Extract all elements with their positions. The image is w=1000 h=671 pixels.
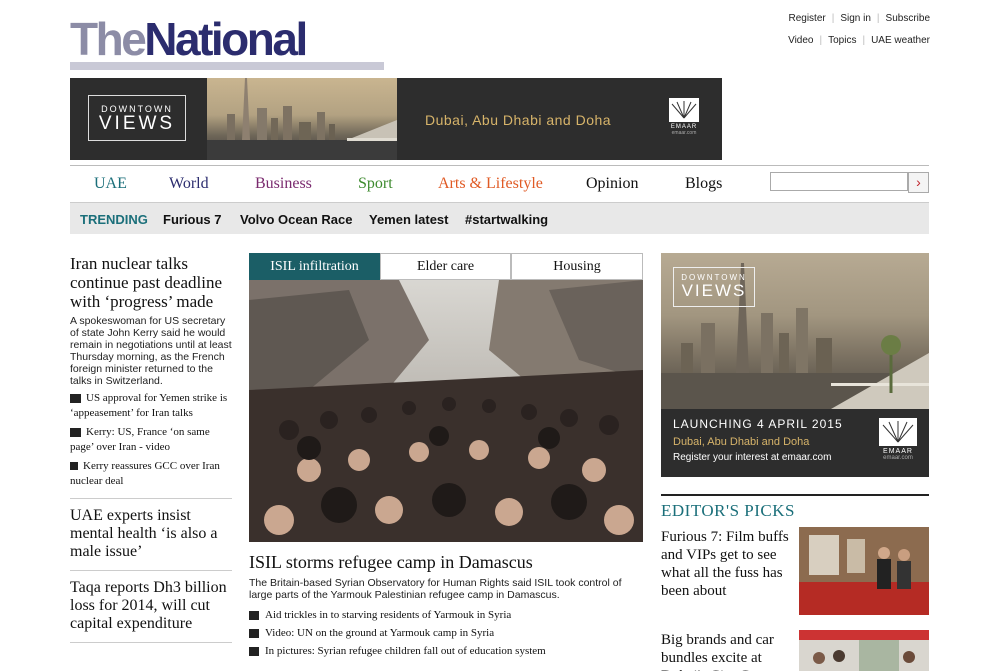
story-headline[interactable]: UAE experts insist mental health ‘is als… (70, 507, 232, 561)
nav-world[interactable]: World (169, 175, 209, 193)
editors-pick-image[interactable] (799, 630, 929, 671)
nav-sport[interactable]: Sport (358, 175, 393, 193)
trending-item[interactable]: Furious 7 (163, 212, 222, 227)
topics-link[interactable]: Topics (828, 35, 856, 46)
ad-launch-date: LAUNCHING 4 APRIL 2015 (673, 417, 843, 431)
sidebar-ad[interactable]: DOWNTOWN VIEWS LAUNCHING 4 APRIL 2015 Du… (661, 253, 929, 477)
sign-in-link[interactable]: Sign in (840, 13, 871, 24)
nav-arts-lifestyle[interactable]: Arts & Lifestyle (438, 175, 543, 193)
editors-pick-headline[interactable]: Big brands and car bundles excite at Dub… (661, 631, 789, 671)
logo-national: National (144, 13, 308, 65)
ad-tagline: Dubai, Abu Dhabi and Doha (673, 436, 810, 448)
lead-headline[interactable]: Iran nuclear talks continue past deadlin… (70, 254, 232, 311)
ad-brand-logo: DOWNTOWN VIEWS (673, 267, 755, 307)
trending-item[interactable]: Volvo Ocean Race (240, 212, 352, 227)
logo-the: The (70, 13, 147, 65)
site-logo[interactable]: TheNational (70, 13, 308, 65)
top-banner-ad[interactable]: DOWNTOWN VIEWS Dubai, Abu Dhabi and Doha… (70, 78, 722, 160)
tab-housing[interactable]: Housing (511, 253, 643, 280)
nav-uae[interactable]: UAE (94, 175, 127, 193)
divider (70, 642, 232, 643)
tab-elder-care[interactable]: Elder care (380, 253, 511, 280)
article-icon (249, 610, 259, 620)
divider (70, 498, 232, 499)
tab-isil-infiltration[interactable]: ISIL infiltration (249, 253, 380, 280)
hero-headline[interactable]: ISIL storms refugee camp in Damascus (249, 552, 533, 573)
trending-label: TRENDING (80, 212, 148, 227)
left-column: Iran nuclear talks continue past deadlin… (70, 254, 232, 651)
emaar-logo: EMAAR emaar.com (877, 418, 919, 470)
video-link[interactable]: Video (788, 35, 813, 46)
search-button[interactable]: › (908, 172, 929, 193)
hero-image[interactable] (249, 280, 643, 542)
editors-pick-image[interactable] (799, 527, 929, 615)
emaar-name: EMAAR (883, 448, 913, 455)
emaar-url: emaar.com (671, 130, 697, 136)
article-icon (70, 462, 78, 471)
trending-bar: TRENDING Furious 7 Volvo Ocean Race Yeme… (70, 202, 929, 234)
subscribe-link[interactable]: Subscribe (886, 13, 930, 24)
related-link[interactable]: Kerry reassures GCC over Iran nuclear de… (70, 459, 232, 489)
logo-underline (70, 62, 384, 70)
uae-weather-link[interactable]: UAE weather (871, 35, 930, 46)
story-headline[interactable]: Taqa reports Dh3 billion loss for 2014, … (70, 579, 232, 633)
nav-opinion[interactable]: Opinion (586, 175, 638, 193)
editors-picks-rule (661, 494, 929, 496)
search-input[interactable] (770, 172, 908, 191)
trending-item[interactable]: #startwalking (465, 212, 548, 227)
nav-business[interactable]: Business (255, 175, 312, 193)
related-link[interactable]: Kerry: US, France ‘on same page’ over Ir… (70, 425, 232, 455)
emaar-mark-icon (669, 98, 699, 122)
ad-brand-line2: VIEWS (681, 281, 747, 300)
video-icon (70, 427, 81, 437)
nav-blogs[interactable]: Blogs (685, 175, 722, 193)
topic-tabs: ISIL infiltration Elder care Housing (249, 253, 643, 280)
lead-summary: A spokeswoman for US secretary of state … (70, 315, 232, 387)
emaar-mark-icon (879, 418, 917, 446)
related-link[interactable]: Aid trickles in to starving residents of… (249, 609, 511, 621)
ad-skyline-image: DOWNTOWN VIEWS (661, 253, 929, 409)
related-link[interactable]: Video: UN on the ground at Yarmouk camp … (249, 627, 494, 639)
ad-tagline: Dubai, Abu Dhabi and Doha (425, 112, 612, 128)
ad-brand-logo: DOWNTOWN VIEWS (88, 95, 186, 141)
related-link[interactable]: In pictures: Syrian refugee children fal… (249, 645, 546, 657)
utility-links: Video | Topics | UAE weather (788, 35, 930, 46)
register-link[interactable]: Register (788, 13, 825, 24)
ad-register-text: Register your interest at emaar.com (673, 452, 832, 463)
editors-pick-headline[interactable]: Furious 7: Film buffs and VIPs get to se… (661, 528, 789, 600)
account-links: Register | Sign in | Subscribe (788, 13, 930, 24)
divider (70, 570, 232, 571)
trending-item[interactable]: Yemen latest (369, 212, 449, 227)
emaar-url: emaar.com (883, 455, 913, 461)
ad-skyline-image (207, 78, 397, 160)
related-link[interactable]: US approval for Yemen strike is ‘appease… (70, 391, 232, 421)
hero-summary: The Britain-based Syrian Observatory for… (249, 577, 622, 601)
editors-picks-title: EDITOR'S PICKS (661, 501, 795, 520)
emaar-logo: EMAAR emaar.com (667, 98, 701, 144)
chevron-right-icon: › (916, 174, 921, 190)
ad-brand-line2: VIEWS (98, 113, 176, 134)
comment-icon (70, 393, 81, 403)
video-icon (249, 628, 259, 638)
camera-icon (249, 646, 259, 656)
